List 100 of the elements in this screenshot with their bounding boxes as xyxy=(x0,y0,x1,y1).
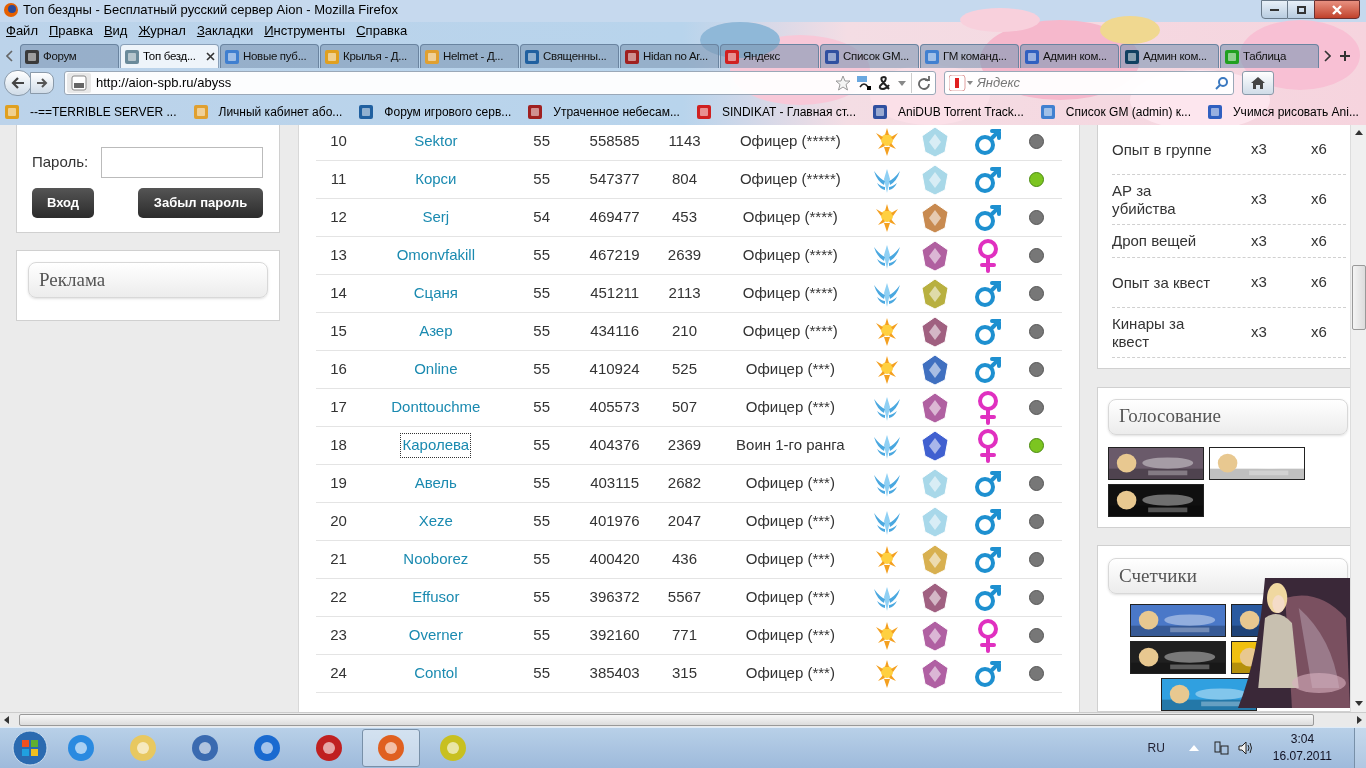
bookmark-item[interactable]: Утраченное небесам... xyxy=(527,102,680,121)
login-button[interactable]: Вход xyxy=(32,188,94,218)
abyss-points-cell-text: 400420 xyxy=(588,549,641,570)
browser-tab[interactable]: Топ безд... xyxy=(120,44,219,68)
player-name-link[interactable]: Авель xyxy=(413,472,458,495)
player-name-link[interactable]: Effusor xyxy=(411,586,461,609)
browser-tab[interactable]: Яндекс xyxy=(720,44,819,68)
kills-cell-text: 804 xyxy=(671,169,698,190)
rate-label: Дроп вещей xyxy=(1112,232,1198,250)
player-name-link[interactable]: Overner xyxy=(407,624,464,647)
clock[interactable]: 3:04 16.07.2011 xyxy=(1272,731,1332,765)
browser-tab[interactable]: Таблица xyxy=(1220,44,1319,68)
window-title: Топ бездны - Бесплатный русский сервер Aion - Mozilla Firefox xyxy=(23,1,398,20)
rate-value: x6 xyxy=(1310,139,1328,160)
rate-value: x6 xyxy=(1310,230,1328,251)
browser-tab[interactable]: Священны... xyxy=(520,44,619,68)
browser-tab[interactable]: Новые пуб... xyxy=(220,44,319,68)
player-name-link[interactable]: Азер xyxy=(418,320,454,343)
rank-cell-text: 20 xyxy=(329,511,348,532)
browser-tab[interactable]: Форум xyxy=(20,44,119,68)
kills-cell-text: 2639 xyxy=(666,245,703,266)
rank-cell-text: 10 xyxy=(329,131,348,152)
abyss-points-cell-text: 451211 xyxy=(589,283,641,304)
bookmark-item[interactable]: --==TERRIBLE SERVER ... xyxy=(4,102,177,121)
menu-item[interactable]: Закладки xyxy=(196,21,254,41)
browser-tab[interactable]: Helmet - Д... xyxy=(420,44,519,68)
menu-item[interactable]: Файл xyxy=(6,21,38,41)
level-cell-text: 55 xyxy=(532,549,552,570)
level-cell-text: 55 xyxy=(532,245,552,266)
password-label: Пароль: xyxy=(32,152,90,173)
rank-cell-text: 21 xyxy=(329,549,348,570)
abyss-points-cell-text: 469477 xyxy=(588,207,641,228)
browser-tab[interactable]: Админ ком... xyxy=(1020,44,1119,68)
level-cell-text: 55 xyxy=(532,359,552,380)
rate-value: x6 xyxy=(1310,322,1328,343)
player-name-link[interactable]: Каролева xyxy=(401,434,471,457)
level-cell-text: 55 xyxy=(532,435,552,456)
kills-cell-text: 315 xyxy=(671,663,698,684)
player-name-link[interactable]: Сцаня xyxy=(412,282,459,305)
forgot-password-button[interactable]: Забыл пароль xyxy=(138,188,263,218)
rank-cell-text: 16 xyxy=(329,359,348,380)
address-field[interactable]: http://aion-spb.ru/abyss xyxy=(64,71,936,95)
rank-cell-text: 19 xyxy=(329,473,348,494)
rate-value: x3 xyxy=(1250,139,1268,160)
player-name-link[interactable]: Корси xyxy=(414,168,458,191)
rank-title-cell-text: Воин 1-го ранга xyxy=(735,435,846,456)
abyss-points-cell-text: 403115 xyxy=(589,473,641,494)
abyss-points-cell-text: 410924 xyxy=(588,359,641,380)
player-name-link[interactable]: Donttouchme xyxy=(390,396,482,419)
kills-cell-text: 1143 xyxy=(667,131,702,152)
kills-cell-text: 436 xyxy=(671,549,698,570)
player-name-link[interactable]: Sektor xyxy=(413,130,459,153)
menu-item[interactable]: Правка xyxy=(48,21,93,41)
rate-label: Кинары за квест xyxy=(1112,314,1186,351)
kills-cell-text: 2113 xyxy=(667,283,702,304)
rank-title-cell-text: Офицер (***) xyxy=(744,511,836,532)
menu-item[interactable]: Справка xyxy=(356,21,408,41)
rank-title-cell-text: Офицер (*****) xyxy=(738,169,842,190)
bookmark-item[interactable]: Личный кабинет або... xyxy=(192,102,343,121)
abyss-points-cell-text: 385403 xyxy=(588,663,641,684)
browser-tab[interactable]: ГМ команд... xyxy=(920,44,1019,68)
language-indicator[interactable]: RU xyxy=(1147,739,1165,757)
menu-item[interactable]: Инструменты xyxy=(264,21,346,41)
level-cell-text: 55 xyxy=(532,625,552,646)
rate-value: x6 xyxy=(1310,189,1328,210)
browser-tab[interactable]: Hidan no Ar... xyxy=(620,44,719,68)
rank-title-cell-text: Офицер (****) xyxy=(741,245,839,266)
player-name-link[interactable]: Omonvfakill xyxy=(395,244,476,267)
browser-tab[interactable]: Крылья - Д... xyxy=(320,44,419,68)
rank-cell-text: 15 xyxy=(329,321,348,342)
menu-item[interactable]: Вид xyxy=(103,21,128,41)
bookmark-item[interactable]: SINDIKAT - Главная ст... xyxy=(695,102,856,121)
bookmark-item[interactable]: AniDUB Torrent Track... xyxy=(872,102,1024,121)
browser-tab[interactable]: Админ ком... xyxy=(1120,44,1219,68)
player-name-link[interactable]: Contol xyxy=(413,662,459,685)
rank-title-cell-text: Офицер (***) xyxy=(744,359,836,380)
rank-cell-text: 24 xyxy=(329,663,348,684)
bookmark-item[interactable]: Учимся рисовать Ani... xyxy=(1207,102,1359,121)
rank-cell-text: 17 xyxy=(329,397,348,418)
browser-tab[interactable]: Список GM... xyxy=(820,44,919,68)
level-cell-text: 55 xyxy=(532,169,552,190)
rank-cell-text: 12 xyxy=(329,207,348,228)
bookmark-item[interactable]: Форум игрового серв... xyxy=(358,102,512,121)
player-name-link[interactable]: Serj xyxy=(421,206,451,229)
abyss-points-cell-text: 405573 xyxy=(588,397,641,418)
player-name-link[interactable]: Xeze xyxy=(417,510,454,533)
search-box[interactable]: Яндекс xyxy=(944,71,1234,95)
menu-item[interactable]: Журнал xyxy=(138,21,186,41)
level-cell-text: 55 xyxy=(532,473,552,494)
abyss-points-cell-text: 401976 xyxy=(588,511,641,532)
rate-value: x3 xyxy=(1250,272,1268,293)
search-field[interactable]: Яндекс xyxy=(977,73,1211,93)
panel-heading: Реклама xyxy=(28,262,268,298)
level-cell-text: 55 xyxy=(532,321,552,342)
rate-label: Опыт за квест xyxy=(1112,273,1212,292)
rank-title-cell-text: Офицер (*****) xyxy=(738,131,842,152)
level-cell-text: 55 xyxy=(532,663,552,684)
player-name-link[interactable]: Nooborez xyxy=(402,548,470,571)
bookmark-item[interactable]: Список GM (admin) к... xyxy=(1039,102,1191,121)
player-name-link[interactable]: Online xyxy=(413,358,459,381)
